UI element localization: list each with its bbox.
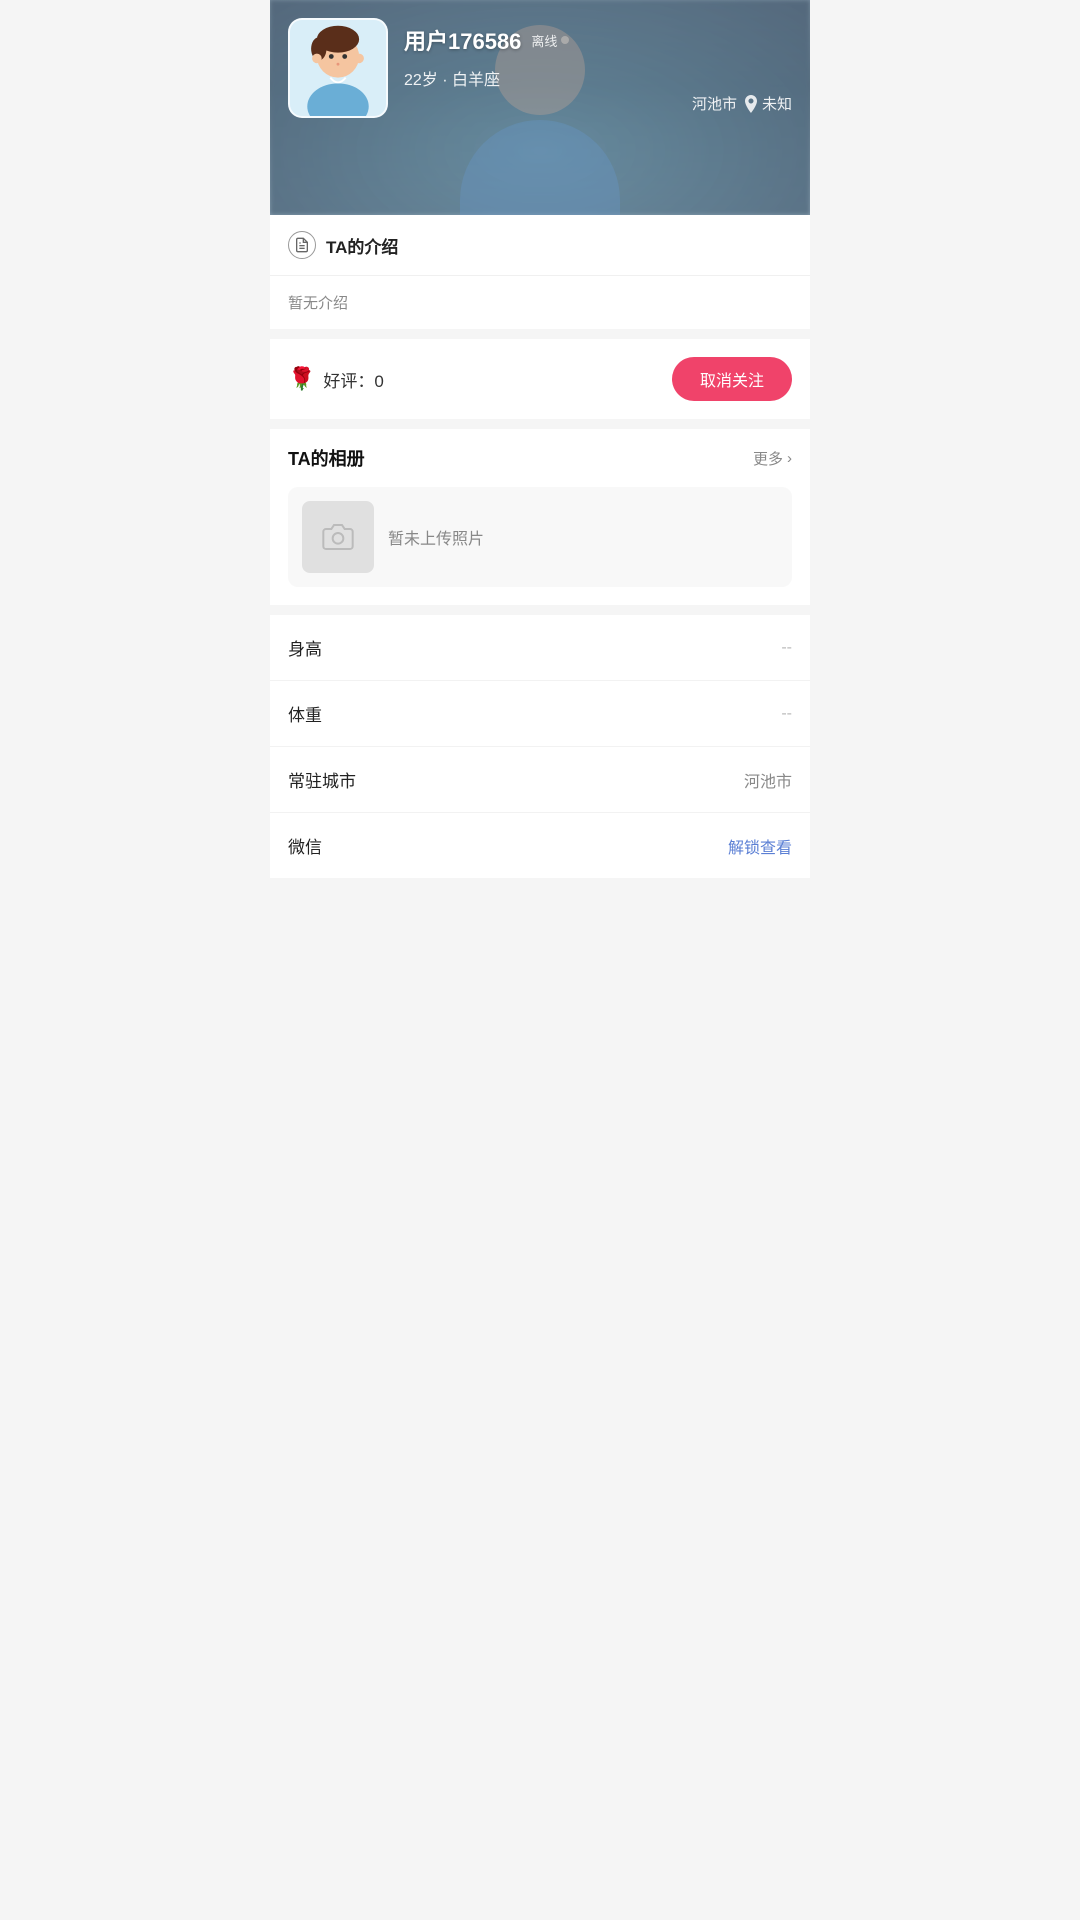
rating-count: 0 (374, 372, 383, 391)
city-label: 常驻城市 (288, 767, 356, 792)
album-title: TA的相册 (288, 445, 365, 471)
chevron-right-icon: › (787, 450, 792, 467)
intro-title: TA的介绍 (326, 233, 398, 258)
age: 22岁 (404, 72, 438, 89)
album-content: ⬜ 暂未上传照片 (270, 487, 810, 605)
rating-label: 好评： (323, 372, 374, 391)
info-item-city: 常驻城市 河池市 (270, 747, 810, 813)
rating-text: 好评：0 (323, 367, 383, 392)
album-header: TA的相册 更多 › (270, 429, 810, 487)
wechat-unlock[interactable]: 解锁查看 (728, 834, 792, 858)
rating-section: 🌹 好评：0 取消关注 (270, 339, 810, 419)
location-unknown: 未知 (762, 93, 792, 114)
info-item-wechat[interactable]: 微信 解锁查看 (270, 813, 810, 878)
location-city: 河池市 (692, 93, 737, 114)
intro-section: TA的介绍 暂无介绍 (270, 215, 810, 329)
height-label: 身高 (288, 635, 322, 660)
profile-info: 用户176586 离线 22岁 · 白羊座 (404, 18, 792, 90)
info-list: 身高 -- 体重 -- 常驻城市 河池市 微信 解锁查看 (270, 615, 810, 878)
status-badge: 离线 (531, 31, 569, 50)
intro-icon (288, 231, 316, 259)
photo-placeholder: ⬜ (302, 501, 374, 573)
album-more-button[interactable]: 更多 › (753, 448, 792, 469)
weight-value: -- (781, 705, 792, 723)
info-item-height: 身高 -- (270, 615, 810, 681)
heart-icon: 🌹 (288, 366, 315, 392)
no-photo-text: 暂未上传照片 (388, 525, 484, 549)
weight-label: 体重 (288, 701, 322, 726)
avatar (288, 18, 388, 118)
rating-left: 🌹 好评：0 (288, 366, 384, 392)
unfollow-button[interactable]: 取消关注 (672, 357, 792, 401)
wechat-label: 微信 (288, 833, 322, 858)
album-card: ⬜ 暂未上传照片 (288, 487, 792, 587)
user-meta: 22岁 · 白羊座 (404, 66, 792, 90)
location-icon: 未知 (743, 93, 792, 114)
location-row: 河池市 未知 (692, 93, 792, 114)
username: 用户176586 (404, 24, 521, 56)
intro-body: 暂无介绍 (270, 276, 810, 329)
city-value: 河池市 (744, 768, 792, 792)
intro-content: 暂无介绍 (288, 295, 348, 312)
status-dot (561, 36, 569, 44)
username-row: 用户176586 离线 (404, 24, 792, 56)
height-value: -- (781, 639, 792, 657)
info-item-weight: 体重 -- (270, 681, 810, 747)
album-section: TA的相册 更多 › ⬜ 暂未上传照片 (270, 429, 810, 605)
profile-banner: 用户176586 离线 22岁 · 白羊座 河池市 (270, 0, 810, 215)
zodiac: 白羊座 (452, 72, 500, 89)
intro-header: TA的介绍 (270, 215, 810, 276)
separator: · (442, 72, 447, 89)
status-text: 离线 (531, 31, 557, 50)
album-more-label: 更多 (753, 448, 783, 469)
